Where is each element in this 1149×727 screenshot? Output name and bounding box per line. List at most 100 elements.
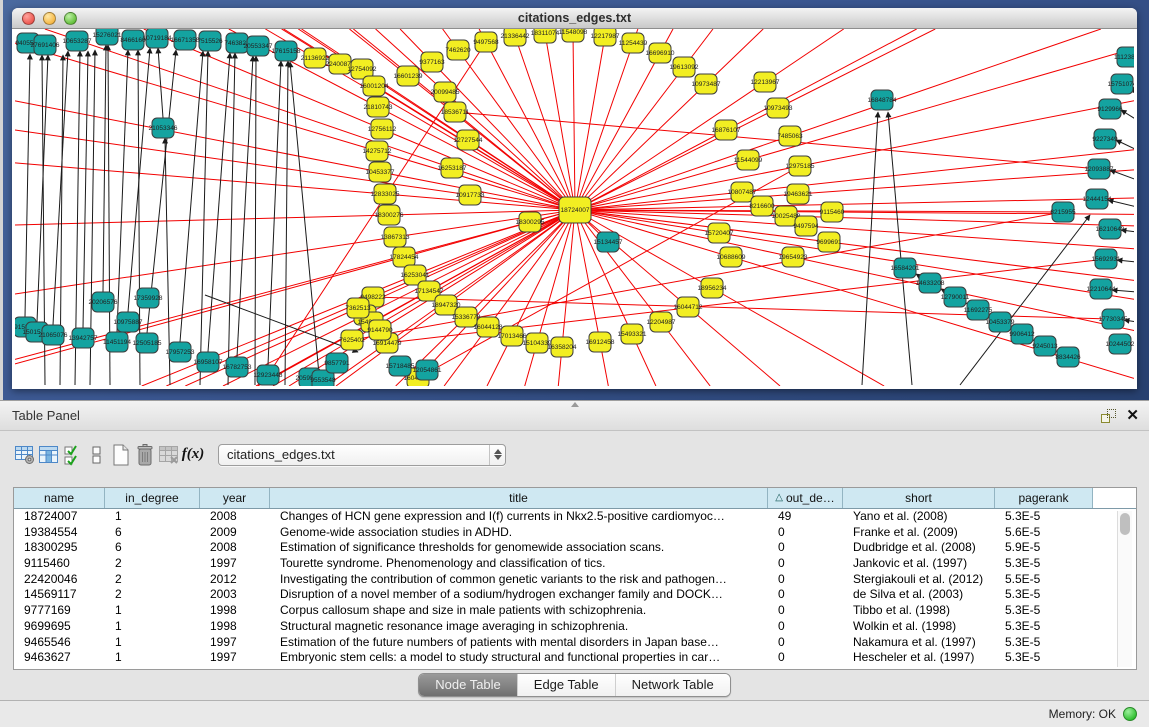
table-row[interactable]: 1456911722003Disruption of a novel membe… bbox=[14, 587, 1136, 603]
window-titlebar[interactable]: citations_edges.txt bbox=[12, 8, 1137, 29]
table-cell[interactable]: 19384554 bbox=[14, 525, 105, 541]
table-cell[interactable]: 5.3E-5 bbox=[995, 587, 1093, 603]
table-cell[interactable]: 18724007 bbox=[14, 509, 105, 525]
table-cell[interactable]: Tibbo et al. (1998) bbox=[843, 603, 995, 619]
table-cell[interactable]: 1 bbox=[105, 635, 200, 651]
table-cell[interactable]: 0 bbox=[768, 603, 843, 619]
table-cell[interactable]: 0 bbox=[768, 540, 843, 556]
table-cell[interactable]: Structural magnetic resonance image aver… bbox=[270, 619, 768, 635]
table-cell[interactable]: de Silva et al. (2003) bbox=[843, 587, 995, 603]
table-cell[interactable]: Disruption of a novel member of a sodium… bbox=[270, 587, 768, 603]
table-cell[interactable]: 0 bbox=[768, 572, 843, 588]
table-cell[interactable]: 1997 bbox=[200, 635, 270, 651]
table-cell[interactable]: 6 bbox=[105, 525, 200, 541]
column-header-title[interactable]: title bbox=[270, 488, 768, 508]
row-height-button[interactable] bbox=[86, 442, 108, 468]
delete-table-button[interactable] bbox=[158, 442, 180, 468]
tab-edge-table[interactable]: Edge Table bbox=[517, 674, 615, 696]
table-cell[interactable]: 1997 bbox=[200, 650, 270, 666]
table-row[interactable]: 1938455462009Genome-wide association stu… bbox=[14, 525, 1136, 541]
table-row[interactable]: 969969511998Structural magnetic resonanc… bbox=[14, 619, 1136, 635]
column-header-short[interactable]: short bbox=[843, 488, 995, 508]
table-cell[interactable]: 5.3E-5 bbox=[995, 635, 1093, 651]
table-cell[interactable]: Genome-wide association studies in ADHD. bbox=[270, 525, 768, 541]
table-row[interactable]: 1830029562008Estimation of significance … bbox=[14, 540, 1136, 556]
table-cell[interactable]: 18300295 bbox=[14, 540, 105, 556]
table-cell[interactable]: 5.3E-5 bbox=[995, 619, 1093, 635]
table-selector-combobox[interactable]: citations_edges.txt bbox=[218, 444, 506, 466]
table-cell[interactable]: 2003 bbox=[200, 587, 270, 603]
table-cell[interactable]: 9115460 bbox=[14, 556, 105, 572]
new-column-button[interactable] bbox=[110, 442, 132, 468]
table-cell[interactable]: Stergiakouli et al. (2012) bbox=[843, 572, 995, 588]
table-row[interactable]: 911546021997Tourette syndrome. Phenomeno… bbox=[14, 556, 1136, 572]
table-cell[interactable]: 9777169 bbox=[14, 603, 105, 619]
scrollbar-thumb[interactable] bbox=[1120, 513, 1130, 535]
table-row[interactable]: 2242004622012Investigating the contribut… bbox=[14, 572, 1136, 588]
table-cell[interactable]: 2012 bbox=[200, 572, 270, 588]
table-cell[interactable]: 5.5E-5 bbox=[995, 572, 1093, 588]
table-cell[interactable]: 5.3E-5 bbox=[995, 509, 1093, 525]
table-cell[interactable]: 0 bbox=[768, 525, 843, 541]
combo-stepper-icon[interactable] bbox=[489, 445, 505, 465]
table-row[interactable]: 1872400712008Changes of HCN gene express… bbox=[14, 509, 1136, 525]
table-cell[interactable]: 1998 bbox=[200, 603, 270, 619]
column-header-in_degree[interactable]: in_degree bbox=[105, 488, 200, 508]
table-cell[interactable]: 2008 bbox=[200, 540, 270, 556]
float-panel-icon[interactable] bbox=[1101, 409, 1116, 423]
network-graph[interactable]: 2113692222400871127540921600120421810743… bbox=[15, 29, 1134, 386]
show-column-button[interactable] bbox=[38, 442, 60, 468]
table-cell[interactable]: 5.3E-5 bbox=[995, 650, 1093, 666]
table-cell[interactable]: 5.3E-5 bbox=[995, 556, 1093, 572]
table-cell[interactable]: Franke et al. (2009) bbox=[843, 525, 995, 541]
close-panel-icon[interactable]: ✕ bbox=[1126, 407, 1139, 425]
table-cell[interactable]: 1997 bbox=[200, 556, 270, 572]
select-rows-button[interactable] bbox=[62, 442, 84, 468]
table-row[interactable]: 946362711997Embryonic stem cells: a mode… bbox=[14, 650, 1136, 666]
table-cell[interactable]: 6 bbox=[105, 540, 200, 556]
table-cell[interactable]: Investigating the contribution of common… bbox=[270, 572, 768, 588]
table-cell[interactable]: Corpus callosum shape and size in male p… bbox=[270, 603, 768, 619]
table-cell[interactable]: 9463627 bbox=[14, 650, 105, 666]
table-cell[interactable]: 2 bbox=[105, 587, 200, 603]
table-cell[interactable]: Hescheler et al. (1997) bbox=[843, 650, 995, 666]
vertical-scrollbar[interactable] bbox=[1117, 511, 1132, 667]
table-cell[interactable]: 0 bbox=[768, 635, 843, 651]
table-cell[interactable]: 9465546 bbox=[14, 635, 105, 651]
table-cell[interactable]: 0 bbox=[768, 556, 843, 572]
zoom-button[interactable] bbox=[64, 12, 77, 25]
table-row[interactable]: 946554611997Estimation of the future num… bbox=[14, 635, 1136, 651]
function-builder-button[interactable]: f(x) bbox=[182, 442, 204, 468]
table-cell[interactable]: Estimation of the future numbers of pati… bbox=[270, 635, 768, 651]
table-cell[interactable]: 14569117 bbox=[14, 587, 105, 603]
table-cell[interactable]: 1 bbox=[105, 603, 200, 619]
table-cell[interactable]: 22420046 bbox=[14, 572, 105, 588]
table-cell[interactable]: Embryonic stem cells: a model to study s… bbox=[270, 650, 768, 666]
table-cell[interactable]: 1 bbox=[105, 619, 200, 635]
table-cell[interactable]: 49 bbox=[768, 509, 843, 525]
table-cell[interactable]: 2 bbox=[105, 556, 200, 572]
table-cell[interactable]: Yano et al. (2008) bbox=[843, 509, 995, 525]
table-cell[interactable]: Changes of HCN gene expression and I(f) … bbox=[270, 509, 768, 525]
table-cell[interactable]: Nakamura et al. (1997) bbox=[843, 635, 995, 651]
table-cell[interactable]: 5.3E-5 bbox=[995, 603, 1093, 619]
network-canvas[interactable]: 2113692222400871127540921600120421810743… bbox=[15, 29, 1134, 386]
table-cell[interactable]: 0 bbox=[768, 619, 843, 635]
table-row[interactable]: 977716911998Corpus callosum shape and si… bbox=[14, 603, 1136, 619]
table-cell[interactable]: 1 bbox=[105, 650, 200, 666]
close-button[interactable] bbox=[22, 12, 35, 25]
column-header-name[interactable]: name bbox=[14, 488, 105, 508]
table-cell[interactable]: Estimation of significance thresholds fo… bbox=[270, 540, 768, 556]
table-cell[interactable]: Jankovic et al. (1997) bbox=[843, 556, 995, 572]
table-cell[interactable]: Dudbridge et al. (2008) bbox=[843, 540, 995, 556]
table-cell[interactable]: 2 bbox=[105, 572, 200, 588]
table-cell[interactable]: 5.9E-5 bbox=[995, 540, 1093, 556]
table-settings-button[interactable] bbox=[14, 442, 36, 468]
tab-node-table[interactable]: Node Table bbox=[419, 674, 517, 696]
table-cell[interactable]: Wolkin et al. (1998) bbox=[843, 619, 995, 635]
table-cell[interactable]: 9699695 bbox=[14, 619, 105, 635]
column-header-year[interactable]: year bbox=[200, 488, 270, 508]
column-header-out_de[interactable]: △out_de… bbox=[768, 488, 843, 508]
column-header-pagerank[interactable]: pagerank bbox=[995, 488, 1093, 508]
table-cell[interactable]: 1998 bbox=[200, 619, 270, 635]
